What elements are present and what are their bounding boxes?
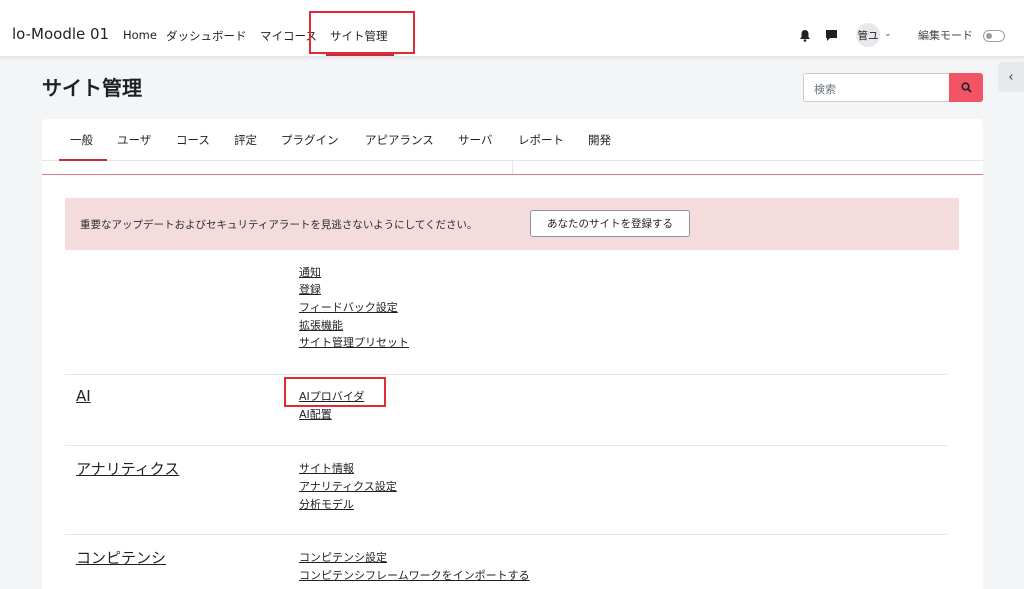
- tab-general[interactable]: 一般: [70, 132, 93, 148]
- tab-development[interactable]: 開発: [588, 132, 611, 148]
- link-feedback-settings[interactable]: フィードバック設定: [299, 299, 398, 315]
- nav-dashboard[interactable]: ダッシュボード: [166, 28, 247, 44]
- tab-appearance[interactable]: アピアランス: [365, 132, 434, 148]
- edit-mode-label: 編集モード: [918, 29, 973, 42]
- notification-bell-icon[interactable]: [799, 27, 811, 46]
- admin-tabs: 一般 ユーザ コース 評定 プラグイン アピアランス サーバ レポート 開発: [42, 119, 983, 161]
- nav-active-indicator: [326, 54, 394, 56]
- messages-icon[interactable]: [825, 27, 838, 46]
- section-divider: [65, 534, 947, 535]
- tab-plugins[interactable]: プラグイン: [281, 132, 339, 148]
- registration-alert: 重要なアップデートおよびセキュリティアラートを見逃さないようにしてください。 あ…: [65, 198, 959, 250]
- link-site-information[interactable]: サイト情報: [299, 460, 354, 476]
- alert-text: 重要なアップデートおよびセキュリティアラートを見逃さないようにしてください。: [80, 219, 478, 231]
- link-notifications[interactable]: 通知: [299, 264, 321, 280]
- link-ai-providers[interactable]: AIプロバイダ: [299, 388, 364, 404]
- admin-search-input[interactable]: 検索: [803, 73, 950, 102]
- tab-grades[interactable]: 評定: [234, 132, 257, 148]
- section-analytics-title[interactable]: アナリティクス: [76, 458, 179, 479]
- search-icon: [960, 82, 972, 93]
- nav-site-admin[interactable]: サイト管理: [330, 28, 388, 44]
- link-site-admin-presets[interactable]: サイト管理プリセット: [299, 334, 409, 350]
- tab-users[interactable]: ユーザ: [117, 132, 151, 148]
- admin-card: 一般 ユーザ コース 評定 プラグイン アピアランス サーバ レポート 開発 重…: [42, 119, 983, 589]
- link-analytics-models[interactable]: 分析モデル: [299, 496, 354, 512]
- drawer-toggle-chevron-left-icon[interactable]: ‹: [998, 62, 1024, 92]
- edit-mode-toggle[interactable]: [983, 30, 1005, 42]
- nav-my-courses[interactable]: マイコース: [260, 28, 317, 44]
- page-title: サイト管理: [42, 76, 142, 100]
- section-competencies-title[interactable]: コンピテンシ: [76, 547, 166, 568]
- tab-reports[interactable]: レポート: [518, 132, 564, 148]
- link-analytics-settings[interactable]: アナリティクス設定: [299, 478, 397, 494]
- tab-server[interactable]: サーバ: [458, 132, 492, 148]
- user-avatar[interactable]: 管ユ: [856, 23, 880, 47]
- site-brand[interactable]: lo-Moodle 01: [12, 25, 109, 43]
- register-site-button[interactable]: あなたのサイトを登録する: [530, 210, 690, 237]
- section-divider: [65, 374, 947, 375]
- link-extensions[interactable]: 拡張機能: [299, 317, 343, 333]
- nav-home[interactable]: Home: [123, 28, 157, 42]
- link-registration[interactable]: 登録: [299, 281, 321, 297]
- link-ai-placements[interactable]: AI配置: [299, 406, 332, 422]
- tab-courses[interactable]: コース: [176, 132, 210, 148]
- user-menu-chevron-down-icon[interactable]: ⌄: [884, 29, 892, 39]
- search-button[interactable]: [949, 73, 983, 102]
- top-navbar: lo-Moodle 01 Home ダッシュボード マイコース サイト管理 管ユ…: [0, 0, 1024, 57]
- section-divider: [65, 445, 947, 446]
- subbar-divider: [512, 161, 513, 174]
- section-ai-title[interactable]: AI: [76, 387, 91, 405]
- link-competency-settings[interactable]: コンピテンシ設定: [299, 549, 387, 565]
